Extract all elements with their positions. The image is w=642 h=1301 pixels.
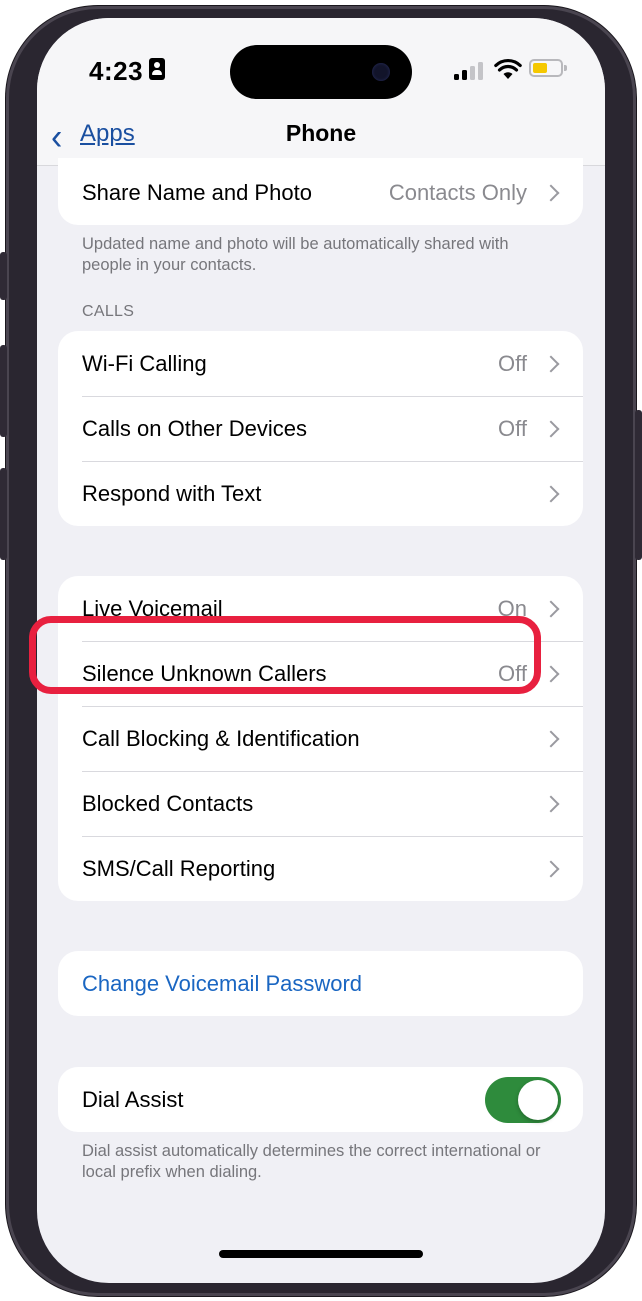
chevron-right-icon (542, 730, 560, 747)
row-label: Silence Unknown Callers (82, 660, 327, 686)
page-title: Phone (285, 120, 357, 146)
dial-assist-card: Dial Assist (58, 1067, 583, 1132)
call-blocking-row[interactable]: Call Blocking & Identification (58, 706, 583, 771)
row-label: Blocked Contacts (82, 790, 254, 816)
share-name-photo-row[interactable]: Share Name and Photo Contacts Only (58, 158, 583, 225)
battery-level (533, 63, 547, 73)
screen: 4:23 ‹ Apps Phone Share Name and Photo C… (37, 18, 605, 1283)
chevron-right-icon (542, 485, 560, 502)
row-value: Off (498, 660, 527, 686)
share-card: Share Name and Photo Contacts Only (58, 158, 583, 225)
battery-icon (529, 59, 567, 77)
row-label: Change Voicemail Password (82, 970, 363, 996)
calls-section-header: CALLS (82, 303, 135, 320)
dial-assist-row: Dial Assist (58, 1067, 583, 1132)
voicemail-card: Live Voicemail On Silence Unknown Caller… (58, 576, 583, 901)
row-value: Off (498, 415, 527, 441)
chevron-right-icon (542, 795, 560, 812)
wifi-icon (494, 58, 522, 79)
chevron-right-icon (542, 860, 560, 877)
row-label: Wi-Fi Calling (82, 350, 207, 376)
blocked-contacts-row[interactable]: Blocked Contacts (58, 771, 583, 836)
share-footnote: Updated name and photo will be automatic… (82, 235, 509, 274)
id-card-icon (149, 58, 165, 80)
row-label: Live Voicemail (82, 595, 223, 621)
power-button (635, 410, 642, 560)
row-label: Respond with Text (82, 480, 262, 506)
row-label: Dial Assist (82, 1086, 184, 1112)
dial-assist-footnote: Dial assist automatically determines the… (82, 1142, 541, 1181)
row-value: On (497, 595, 527, 621)
sms-call-reporting-row[interactable]: SMS/Call Reporting (58, 836, 583, 901)
chevron-right-icon (542, 184, 560, 201)
chevron-right-icon (542, 665, 560, 682)
calls-other-devices-row[interactable]: Calls on Other Devices Off (58, 396, 583, 461)
silence-unknown-callers-row[interactable]: Silence Unknown Callers Off (58, 641, 583, 706)
camera-icon (372, 63, 390, 81)
respond-with-text-row[interactable]: Respond with Text (58, 461, 583, 526)
wifi-calling-row[interactable]: Wi-Fi Calling Off (58, 331, 583, 396)
live-voicemail-row[interactable]: Live Voicemail On (58, 576, 583, 641)
row-label: Share Name and Photo (82, 179, 312, 205)
volume-down-button (0, 468, 7, 560)
dynamic-island (230, 45, 412, 99)
password-card: Change Voicemail Password (58, 951, 583, 1016)
row-value: Contacts Only (388, 179, 527, 205)
dial-assist-toggle[interactable] (485, 1076, 561, 1123)
row-label: Call Blocking & Identification (82, 725, 360, 751)
chevron-right-icon (542, 355, 560, 372)
chevron-right-icon (542, 600, 560, 617)
chevron-right-icon (542, 420, 560, 437)
toggle-knob (518, 1079, 558, 1120)
status-bar: 4:23 (37, 18, 605, 118)
row-value: Off (498, 350, 527, 376)
action-button (0, 252, 7, 300)
status-time: 4:23 (89, 56, 144, 86)
calls-card: Wi-Fi Calling Off Calls on Other Devices… (58, 331, 583, 526)
change-voicemail-password-button[interactable]: Change Voicemail Password (58, 951, 583, 1016)
row-label: Calls on Other Devices (82, 415, 307, 441)
row-label: SMS/Call Reporting (82, 855, 276, 881)
cellular-signal-icon (454, 62, 484, 80)
home-indicator[interactable] (219, 1250, 423, 1258)
volume-up-button (0, 345, 7, 437)
